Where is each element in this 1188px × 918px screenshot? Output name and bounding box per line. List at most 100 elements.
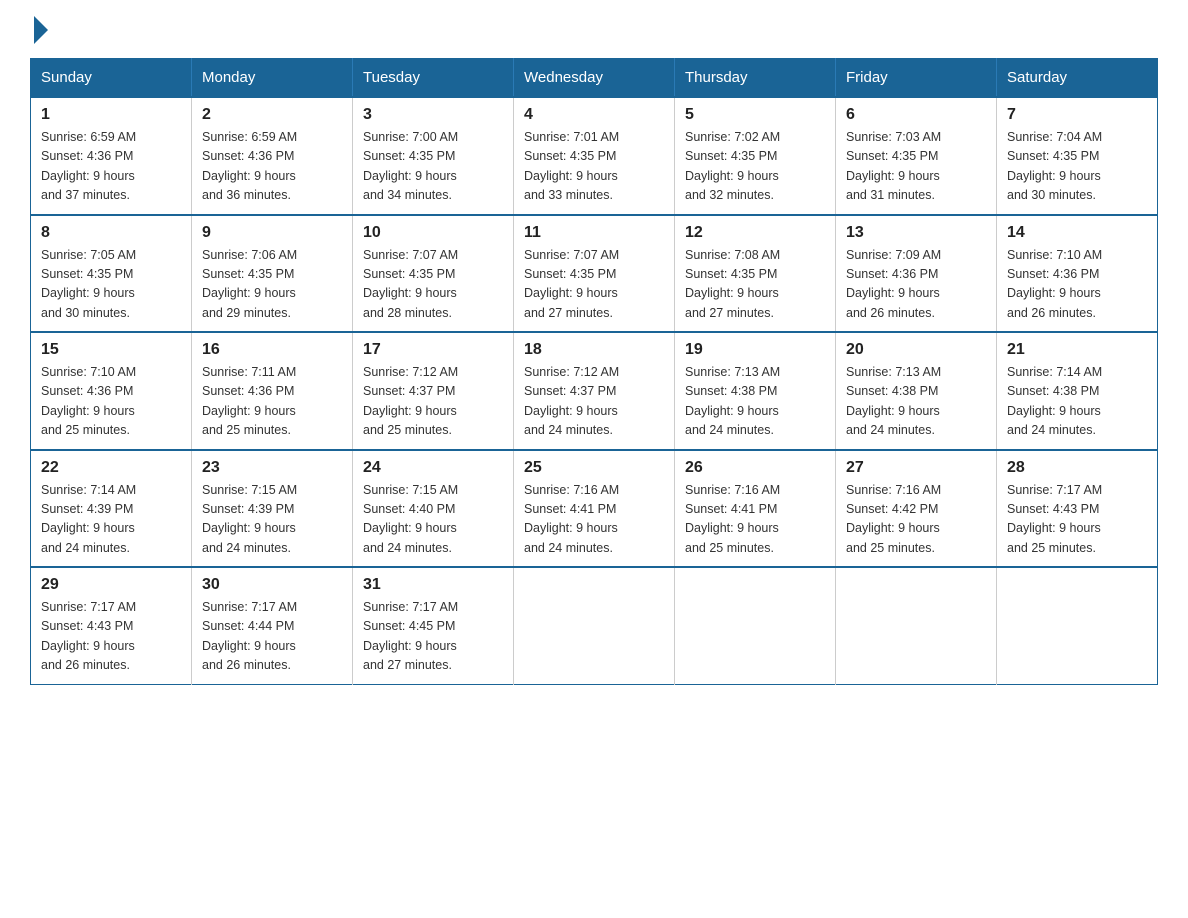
calendar-week-row: 8 Sunrise: 7:05 AMSunset: 4:35 PMDayligh… xyxy=(31,215,1158,333)
day-info: Sunrise: 7:08 AMSunset: 4:35 PMDaylight:… xyxy=(685,246,825,324)
calendar-cell xyxy=(514,567,675,684)
calendar-cell: 16 Sunrise: 7:11 AMSunset: 4:36 PMDaylig… xyxy=(192,332,353,450)
day-info: Sunrise: 7:00 AMSunset: 4:35 PMDaylight:… xyxy=(363,128,503,206)
header-wednesday: Wednesday xyxy=(514,59,675,98)
day-number: 18 xyxy=(524,341,664,359)
day-number: 19 xyxy=(685,341,825,359)
calendar-cell: 5 Sunrise: 7:02 AMSunset: 4:35 PMDayligh… xyxy=(675,97,836,215)
calendar-cell: 15 Sunrise: 7:10 AMSunset: 4:36 PMDaylig… xyxy=(31,332,192,450)
day-info: Sunrise: 6:59 AMSunset: 4:36 PMDaylight:… xyxy=(202,128,342,206)
day-info: Sunrise: 7:13 AMSunset: 4:38 PMDaylight:… xyxy=(846,363,986,441)
day-number: 23 xyxy=(202,459,342,477)
calendar-cell: 18 Sunrise: 7:12 AMSunset: 4:37 PMDaylig… xyxy=(514,332,675,450)
calendar-cell: 13 Sunrise: 7:09 AMSunset: 4:36 PMDaylig… xyxy=(836,215,997,333)
calendar-week-row: 22 Sunrise: 7:14 AMSunset: 4:39 PMDaylig… xyxy=(31,450,1158,568)
day-number: 24 xyxy=(363,459,503,477)
calendar-cell: 24 Sunrise: 7:15 AMSunset: 4:40 PMDaylig… xyxy=(353,450,514,568)
calendar-cell: 23 Sunrise: 7:15 AMSunset: 4:39 PMDaylig… xyxy=(192,450,353,568)
calendar-cell: 30 Sunrise: 7:17 AMSunset: 4:44 PMDaylig… xyxy=(192,567,353,684)
calendar-cell: 21 Sunrise: 7:14 AMSunset: 4:38 PMDaylig… xyxy=(997,332,1158,450)
day-number: 20 xyxy=(846,341,986,359)
logo xyxy=(30,20,48,40)
day-number: 26 xyxy=(685,459,825,477)
calendar-week-row: 29 Sunrise: 7:17 AMSunset: 4:43 PMDaylig… xyxy=(31,567,1158,684)
day-number: 8 xyxy=(41,224,181,242)
header-sunday: Sunday xyxy=(31,59,192,98)
day-info: Sunrise: 7:10 AMSunset: 4:36 PMDaylight:… xyxy=(1007,246,1147,324)
calendar-week-row: 1 Sunrise: 6:59 AMSunset: 4:36 PMDayligh… xyxy=(31,97,1158,215)
day-number: 14 xyxy=(1007,224,1147,242)
calendar-cell: 28 Sunrise: 7:17 AMSunset: 4:43 PMDaylig… xyxy=(997,450,1158,568)
day-info: Sunrise: 7:09 AMSunset: 4:36 PMDaylight:… xyxy=(846,246,986,324)
day-info: Sunrise: 7:17 AMSunset: 4:44 PMDaylight:… xyxy=(202,598,342,676)
day-number: 13 xyxy=(846,224,986,242)
calendar-cell: 12 Sunrise: 7:08 AMSunset: 4:35 PMDaylig… xyxy=(675,215,836,333)
calendar-cell: 31 Sunrise: 7:17 AMSunset: 4:45 PMDaylig… xyxy=(353,567,514,684)
day-info: Sunrise: 7:17 AMSunset: 4:45 PMDaylight:… xyxy=(363,598,503,676)
day-info: Sunrise: 6:59 AMSunset: 4:36 PMDaylight:… xyxy=(41,128,181,206)
day-info: Sunrise: 7:15 AMSunset: 4:39 PMDaylight:… xyxy=(202,481,342,559)
day-number: 1 xyxy=(41,106,181,124)
calendar-cell: 2 Sunrise: 6:59 AMSunset: 4:36 PMDayligh… xyxy=(192,97,353,215)
calendar-cell: 19 Sunrise: 7:13 AMSunset: 4:38 PMDaylig… xyxy=(675,332,836,450)
day-number: 25 xyxy=(524,459,664,477)
day-info: Sunrise: 7:02 AMSunset: 4:35 PMDaylight:… xyxy=(685,128,825,206)
header-saturday: Saturday xyxy=(997,59,1158,98)
day-info: Sunrise: 7:05 AMSunset: 4:35 PMDaylight:… xyxy=(41,246,181,324)
calendar-cell: 26 Sunrise: 7:16 AMSunset: 4:41 PMDaylig… xyxy=(675,450,836,568)
day-number: 21 xyxy=(1007,341,1147,359)
day-number: 12 xyxy=(685,224,825,242)
day-number: 31 xyxy=(363,576,503,594)
day-number: 16 xyxy=(202,341,342,359)
header-friday: Friday xyxy=(836,59,997,98)
day-info: Sunrise: 7:07 AMSunset: 4:35 PMDaylight:… xyxy=(363,246,503,324)
page-header xyxy=(30,20,1158,40)
day-info: Sunrise: 7:16 AMSunset: 4:41 PMDaylight:… xyxy=(685,481,825,559)
calendar-cell xyxy=(997,567,1158,684)
day-number: 17 xyxy=(363,341,503,359)
calendar-cell: 4 Sunrise: 7:01 AMSunset: 4:35 PMDayligh… xyxy=(514,97,675,215)
calendar-cell: 7 Sunrise: 7:04 AMSunset: 4:35 PMDayligh… xyxy=(997,97,1158,215)
calendar-cell: 27 Sunrise: 7:16 AMSunset: 4:42 PMDaylig… xyxy=(836,450,997,568)
calendar-header-row: Sunday Monday Tuesday Wednesday Thursday… xyxy=(31,59,1158,98)
day-number: 30 xyxy=(202,576,342,594)
calendar-cell xyxy=(836,567,997,684)
calendar-cell: 10 Sunrise: 7:07 AMSunset: 4:35 PMDaylig… xyxy=(353,215,514,333)
day-info: Sunrise: 7:12 AMSunset: 4:37 PMDaylight:… xyxy=(524,363,664,441)
calendar-cell: 6 Sunrise: 7:03 AMSunset: 4:35 PMDayligh… xyxy=(836,97,997,215)
calendar-week-row: 15 Sunrise: 7:10 AMSunset: 4:36 PMDaylig… xyxy=(31,332,1158,450)
calendar-cell: 25 Sunrise: 7:16 AMSunset: 4:41 PMDaylig… xyxy=(514,450,675,568)
calendar-cell: 11 Sunrise: 7:07 AMSunset: 4:35 PMDaylig… xyxy=(514,215,675,333)
day-info: Sunrise: 7:12 AMSunset: 4:37 PMDaylight:… xyxy=(363,363,503,441)
day-number: 11 xyxy=(524,224,664,242)
day-info: Sunrise: 7:14 AMSunset: 4:39 PMDaylight:… xyxy=(41,481,181,559)
calendar-cell xyxy=(675,567,836,684)
calendar-cell: 3 Sunrise: 7:00 AMSunset: 4:35 PMDayligh… xyxy=(353,97,514,215)
day-info: Sunrise: 7:17 AMSunset: 4:43 PMDaylight:… xyxy=(41,598,181,676)
day-number: 27 xyxy=(846,459,986,477)
day-info: Sunrise: 7:04 AMSunset: 4:35 PMDaylight:… xyxy=(1007,128,1147,206)
calendar-cell: 1 Sunrise: 6:59 AMSunset: 4:36 PMDayligh… xyxy=(31,97,192,215)
day-info: Sunrise: 7:06 AMSunset: 4:35 PMDaylight:… xyxy=(202,246,342,324)
calendar-table: Sunday Monday Tuesday Wednesday Thursday… xyxy=(30,58,1158,685)
day-number: 15 xyxy=(41,341,181,359)
calendar-cell: 17 Sunrise: 7:12 AMSunset: 4:37 PMDaylig… xyxy=(353,332,514,450)
day-info: Sunrise: 7:16 AMSunset: 4:41 PMDaylight:… xyxy=(524,481,664,559)
day-info: Sunrise: 7:11 AMSunset: 4:36 PMDaylight:… xyxy=(202,363,342,441)
logo-arrow-icon xyxy=(34,16,48,44)
day-number: 29 xyxy=(41,576,181,594)
calendar-cell: 20 Sunrise: 7:13 AMSunset: 4:38 PMDaylig… xyxy=(836,332,997,450)
day-number: 22 xyxy=(41,459,181,477)
day-info: Sunrise: 7:17 AMSunset: 4:43 PMDaylight:… xyxy=(1007,481,1147,559)
day-number: 3 xyxy=(363,106,503,124)
day-number: 4 xyxy=(524,106,664,124)
day-info: Sunrise: 7:01 AMSunset: 4:35 PMDaylight:… xyxy=(524,128,664,206)
day-info: Sunrise: 7:16 AMSunset: 4:42 PMDaylight:… xyxy=(846,481,986,559)
day-number: 10 xyxy=(363,224,503,242)
header-tuesday: Tuesday xyxy=(353,59,514,98)
day-info: Sunrise: 7:03 AMSunset: 4:35 PMDaylight:… xyxy=(846,128,986,206)
day-number: 28 xyxy=(1007,459,1147,477)
calendar-cell: 29 Sunrise: 7:17 AMSunset: 4:43 PMDaylig… xyxy=(31,567,192,684)
day-number: 6 xyxy=(846,106,986,124)
day-info: Sunrise: 7:10 AMSunset: 4:36 PMDaylight:… xyxy=(41,363,181,441)
